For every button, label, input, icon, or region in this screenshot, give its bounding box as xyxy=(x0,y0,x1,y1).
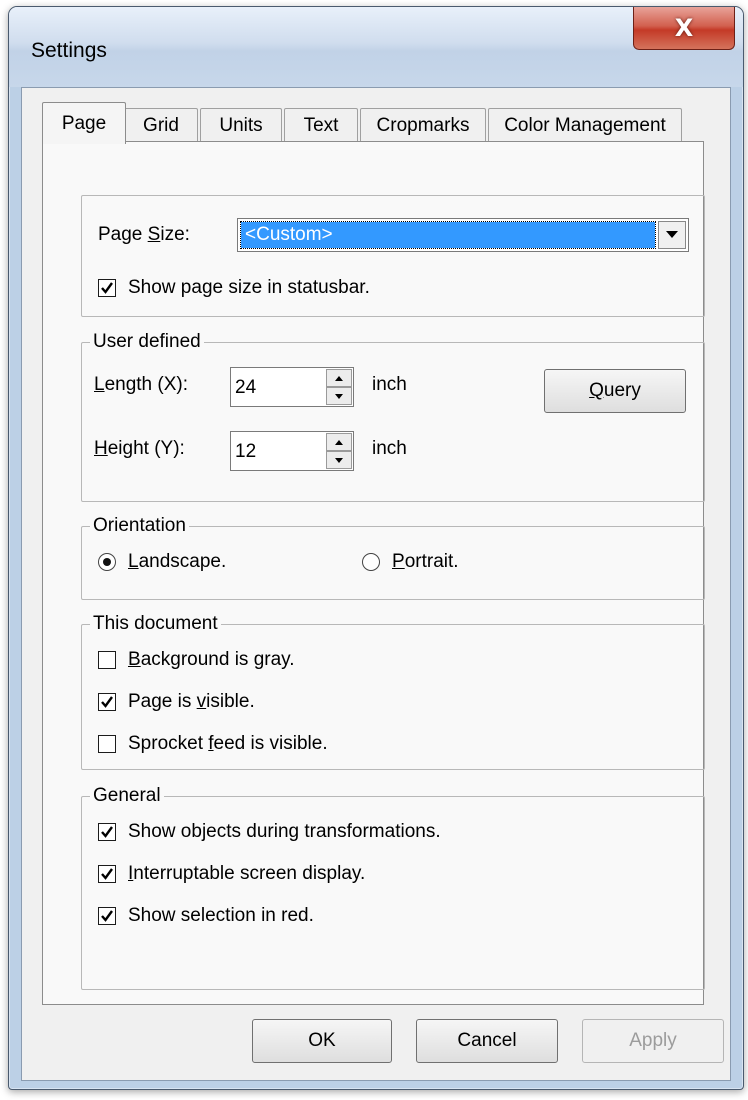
spin-up-icon[interactable] xyxy=(326,433,352,451)
length-spinner[interactable] xyxy=(230,367,354,408)
dialog-client-area: Page Grid Units Text Cropmarks Color Man… xyxy=(21,87,731,1081)
checkmark-icon xyxy=(101,282,113,294)
apply-button[interactable]: Apply xyxy=(582,1019,724,1063)
page-size-label: Page Size: xyxy=(98,224,190,245)
orientation-group: Orientation Landscape. Portrait. xyxy=(81,515,705,600)
page-visible-label: Page is visible. xyxy=(128,691,255,712)
dropdown-arrow-icon[interactable] xyxy=(658,221,686,249)
height-input[interactable] xyxy=(231,432,329,472)
show-page-size-checkbox[interactable] xyxy=(98,279,116,297)
settings-window: Settings X Page Grid Units Text Cropmark… xyxy=(8,6,744,1090)
page-size-group: Page Size: <Custom> Show page size in st… xyxy=(81,195,705,317)
ok-button[interactable]: OK xyxy=(252,1019,392,1063)
spin-up-icon[interactable] xyxy=(326,369,352,387)
checkmark-icon xyxy=(101,868,113,880)
page-visible-checkbox[interactable] xyxy=(98,693,116,711)
tab-color-management[interactable]: Color Management xyxy=(488,108,682,142)
length-unit: inch xyxy=(372,374,407,395)
length-input[interactable] xyxy=(231,368,329,408)
close-icon: X xyxy=(674,14,694,42)
spin-down-icon[interactable] xyxy=(326,387,352,405)
sprocket-feed-checkbox[interactable] xyxy=(98,735,116,753)
window-title: Settings xyxy=(31,39,107,62)
spin-down-icon[interactable] xyxy=(326,451,352,469)
title-bar[interactable]: Settings X xyxy=(9,7,743,87)
close-button[interactable]: X xyxy=(633,7,735,50)
general-title: General xyxy=(90,785,164,807)
height-label: Height (Y): xyxy=(94,438,185,459)
show-page-size-label: Show page size in statusbar. xyxy=(128,277,370,298)
page-size-value: <Custom> xyxy=(240,221,656,249)
this-document-title: This document xyxy=(90,613,221,635)
user-defined-group: User defined Length (X): inch Query Heig… xyxy=(81,331,705,502)
page-size-dropdown[interactable]: <Custom> xyxy=(237,218,689,252)
orientation-title: Orientation xyxy=(90,515,189,537)
portrait-label: Portrait. xyxy=(392,551,459,572)
height-unit: inch xyxy=(372,438,407,459)
interruptable-display-label: Interruptable screen display. xyxy=(128,863,366,884)
user-defined-title: User defined xyxy=(90,331,204,353)
background-gray-label: Background is gray. xyxy=(128,649,295,670)
landscape-label: Landscape. xyxy=(128,551,227,572)
tab-text[interactable]: Text xyxy=(284,108,358,142)
tab-grid[interactable]: Grid xyxy=(124,108,198,142)
query-button[interactable]: Query xyxy=(544,369,686,413)
this-document-group: This document Background is gray. Page i… xyxy=(81,613,705,770)
show-objects-label: Show objects during transformations. xyxy=(128,821,441,842)
checkmark-icon xyxy=(101,696,113,708)
interruptable-display-checkbox[interactable] xyxy=(98,865,116,883)
portrait-radio[interactable] xyxy=(362,553,380,571)
landscape-radio[interactable] xyxy=(98,553,116,571)
length-label: Length (X): xyxy=(94,374,189,395)
cancel-button[interactable]: Cancel xyxy=(416,1019,558,1063)
checkmark-icon xyxy=(101,910,113,922)
selection-red-checkbox[interactable] xyxy=(98,907,116,925)
selection-red-label: Show selection in red. xyxy=(128,905,314,926)
tab-units[interactable]: Units xyxy=(200,108,282,142)
background-gray-checkbox[interactable] xyxy=(98,651,116,669)
page-tab-panel: Page Size: <Custom> Show page size in st… xyxy=(42,141,705,1005)
general-group: General Show objects during transformati… xyxy=(81,785,705,990)
show-objects-checkbox[interactable] xyxy=(98,823,116,841)
sprocket-feed-label: Sprocket feed is visible. xyxy=(128,733,328,754)
checkmark-icon xyxy=(101,826,113,838)
height-spinner[interactable] xyxy=(230,431,354,472)
tab-cropmarks[interactable]: Cropmarks xyxy=(360,108,486,142)
tab-page[interactable]: Page xyxy=(42,102,126,144)
